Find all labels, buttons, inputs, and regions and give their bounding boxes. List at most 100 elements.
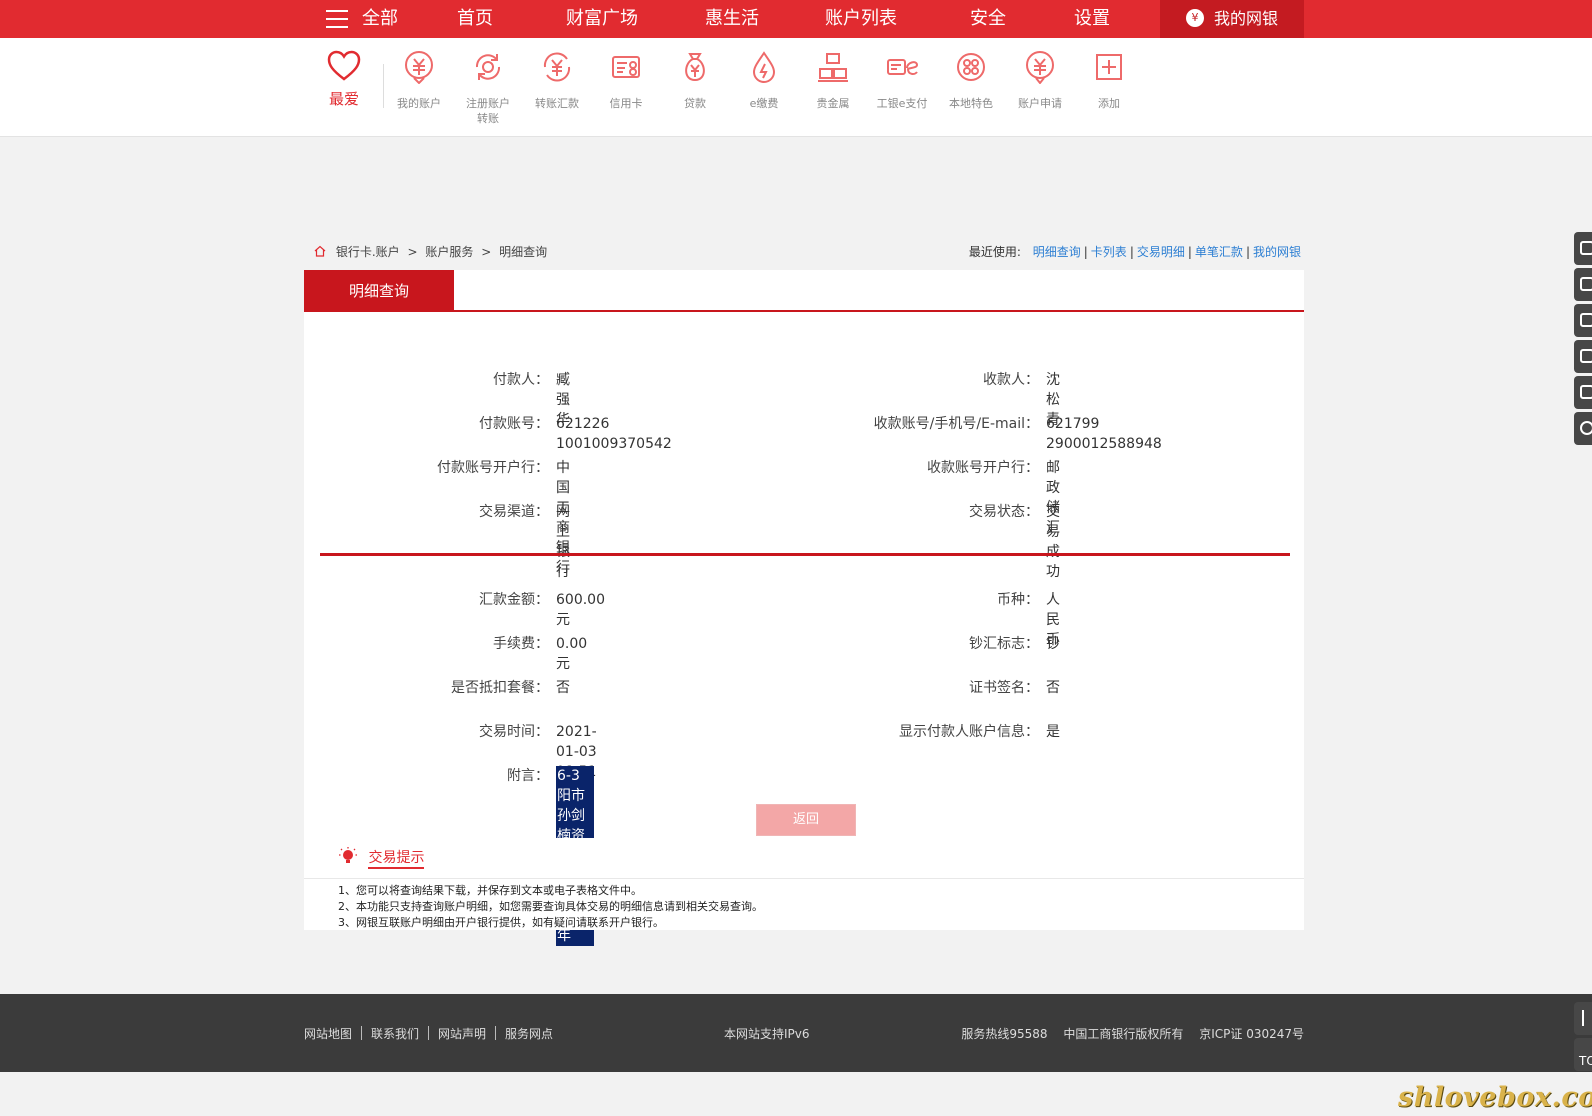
side-tool-gift[interactable]: [1574, 232, 1592, 265]
field-label: 交易渠道：: [479, 504, 549, 520]
back-to-top-label: TO: [1579, 1054, 1592, 1068]
shortcut-icbc-epay[interactable]: 工银e支付: [870, 50, 934, 111]
shortcut-local[interactable]: 本地特色: [939, 50, 1003, 111]
shortcut-label: 转账汇款: [535, 97, 579, 110]
lightbulb-icon: [339, 847, 357, 863]
footer-link-sitemap[interactable]: 网站地图: [304, 1027, 352, 1041]
mybank-label: 我的网银: [1214, 9, 1279, 28]
breadcrumb-sep: >: [481, 245, 492, 259]
shortcut-registered-transfer[interactable]: 注册账户转账: [456, 50, 520, 126]
tip-line: 3、网银互联账户明细由开户银行提供，如有疑问请联系开户银行。: [338, 916, 664, 929]
back-to-top-button[interactable]: TO: [1574, 1038, 1592, 1071]
breadcrumb: 银行卡.账户 > 账户服务 > 明细查询: [314, 243, 547, 260]
field-value: 621799 2900012588948: [1046, 416, 1162, 452]
side-toolbar: [1574, 232, 1592, 448]
recent-link-my-bank[interactable]: 我的网银: [1253, 245, 1301, 259]
section-divider: [320, 553, 1290, 556]
recent-link-detail-query[interactable]: 明细查询: [1033, 245, 1081, 259]
money-bag-icon: ¥: [1186, 9, 1204, 27]
nav-accounts[interactable]: 账户列表: [825, 0, 897, 38]
menu-icon[interactable]: [326, 10, 348, 28]
shortcut-account-apply[interactable]: 账户申请: [1008, 50, 1072, 111]
home-icon[interactable]: [314, 245, 326, 257]
mail-icon: [1580, 385, 1592, 399]
field-label: 钞汇标志：: [969, 636, 1039, 652]
field-value: 网上银行: [556, 504, 570, 580]
shortcut-add[interactable]: 添加: [1077, 50, 1141, 111]
shortcut-e-payment[interactable]: e缴费: [732, 50, 796, 111]
shortcut-label: 添加: [1098, 97, 1120, 110]
side-tool-send[interactable]: [1574, 268, 1592, 301]
footer-right: 服务热线95588 中国工商银行版权所有 京ICP证 030247号: [949, 1025, 1304, 1042]
nav-settings[interactable]: 设置: [1074, 0, 1110, 38]
tab-underline: [304, 310, 1304, 312]
field-label: 收款账号/手机号/E-mail：: [873, 416, 1039, 432]
nav-home[interactable]: 首页: [457, 0, 493, 38]
shortcut-label: 贵金属: [816, 97, 850, 110]
calendar-icon: [1580, 349, 1592, 363]
yuan-coin-icon: [405, 51, 433, 85]
nav-all[interactable]: 全部: [362, 0, 398, 38]
nav-security[interactable]: 安全: [970, 0, 1006, 38]
tab-detail-query[interactable]: 明细查询: [304, 270, 454, 312]
shortcut-credit-card[interactable]: 信用卡: [594, 50, 658, 111]
recent-link-card-list[interactable]: 卡列表: [1091, 245, 1127, 259]
shortcut-remit[interactable]: 转账汇款: [525, 50, 589, 111]
breadcrumb-level2[interactable]: 账户服务: [425, 245, 473, 259]
footer-link-branches[interactable]: 服务网点: [505, 1027, 553, 1041]
heart-icon: [327, 50, 361, 81]
footer-icp: 京ICP证 030247号: [1199, 1027, 1304, 1041]
mybank-button[interactable]: ¥ 我的网银: [1160, 0, 1304, 38]
footer-sep: [361, 1026, 363, 1040]
field-label: 收款账号开户行：: [927, 460, 1039, 476]
side-tool-mail[interactable]: [1574, 376, 1592, 409]
footer-link-contact[interactable]: 联系我们: [371, 1027, 419, 1041]
recent-link-transaction-detail[interactable]: 交易明细: [1137, 245, 1185, 259]
nav-wealth[interactable]: 财富广场: [566, 0, 638, 38]
field-label: 显示付款人账户信息：: [899, 724, 1039, 740]
transaction-tips: 交易提示 1、您可以将查询结果下载，并保存到文本或电子表格文件中。 2、本功能只…: [304, 838, 1304, 930]
field-label: 交易状态：: [969, 504, 1039, 520]
footer-copyright: 中国工商银行版权所有: [1063, 1027, 1184, 1041]
footer: 网站地图 联系我们 网站声明 服务网点 本网站支持IPv6 服务热线95588 中国工…: [0, 994, 1592, 1072]
tip-line: 1、您可以将查询结果下载，并保存到文本或电子表格文件中。: [338, 884, 642, 897]
apply-icon: [1026, 51, 1054, 85]
side-tool-collapse[interactable]: [1574, 1002, 1592, 1035]
footer-hotline: 服务热线95588: [961, 1027, 1048, 1041]
field-label: 付款人：: [493, 372, 549, 388]
breadcrumb-level1[interactable]: 银行卡.账户: [336, 245, 400, 259]
drop-icon: [752, 51, 776, 83]
recent-used: 最近使用: 明细查询 | 卡列表 | 交易明细 | 单笔汇款 | 我的网银: [969, 243, 1301, 260]
favorite-label: 最爱: [328, 90, 359, 108]
field-label: 是否抵扣套餐：: [451, 680, 549, 696]
field-label: 证书签名：: [969, 680, 1039, 696]
recent-sep: |: [1187, 245, 1192, 259]
shortcut-precious-metal[interactable]: 贵金属: [801, 50, 865, 111]
footer-link-statement[interactable]: 网站声明: [438, 1027, 486, 1041]
gift-icon: [1580, 241, 1592, 255]
breadcrumb-sep: >: [407, 245, 418, 259]
field-label: 附言：: [507, 768, 549, 784]
tips-title: 交易提示: [368, 850, 425, 869]
tips-divider: [304, 878, 1304, 879]
side-tool-camera[interactable]: [1574, 304, 1592, 337]
favorite-shortcut[interactable]: 最爱: [326, 50, 362, 109]
e-pay-icon: [887, 59, 919, 75]
plus-icon: [1096, 54, 1122, 80]
back-button[interactable]: 返回: [756, 804, 856, 836]
recent-sep: |: [1245, 245, 1250, 259]
recent-link-single-remit[interactable]: 单笔汇款: [1195, 245, 1243, 259]
shortcut-loan[interactable]: 贷款: [663, 50, 727, 111]
field-value: 0.00元: [556, 636, 588, 672]
send-icon: [1580, 277, 1592, 291]
field-value: 否: [1046, 680, 1060, 696]
side-tool-calendar[interactable]: [1574, 340, 1592, 373]
shortcut-my-account[interactable]: 我的账户: [387, 50, 451, 111]
shortcut-label: 信用卡: [609, 97, 643, 110]
field-value: 621226 1001009370542: [556, 416, 672, 452]
field-label: 币种：: [997, 592, 1039, 608]
side-tool-service[interactable]: [1574, 412, 1592, 445]
nav-life[interactable]: 惠生活: [705, 0, 759, 38]
credit-card-icon: [612, 56, 640, 78]
field-label: 收款人：: [983, 372, 1039, 388]
